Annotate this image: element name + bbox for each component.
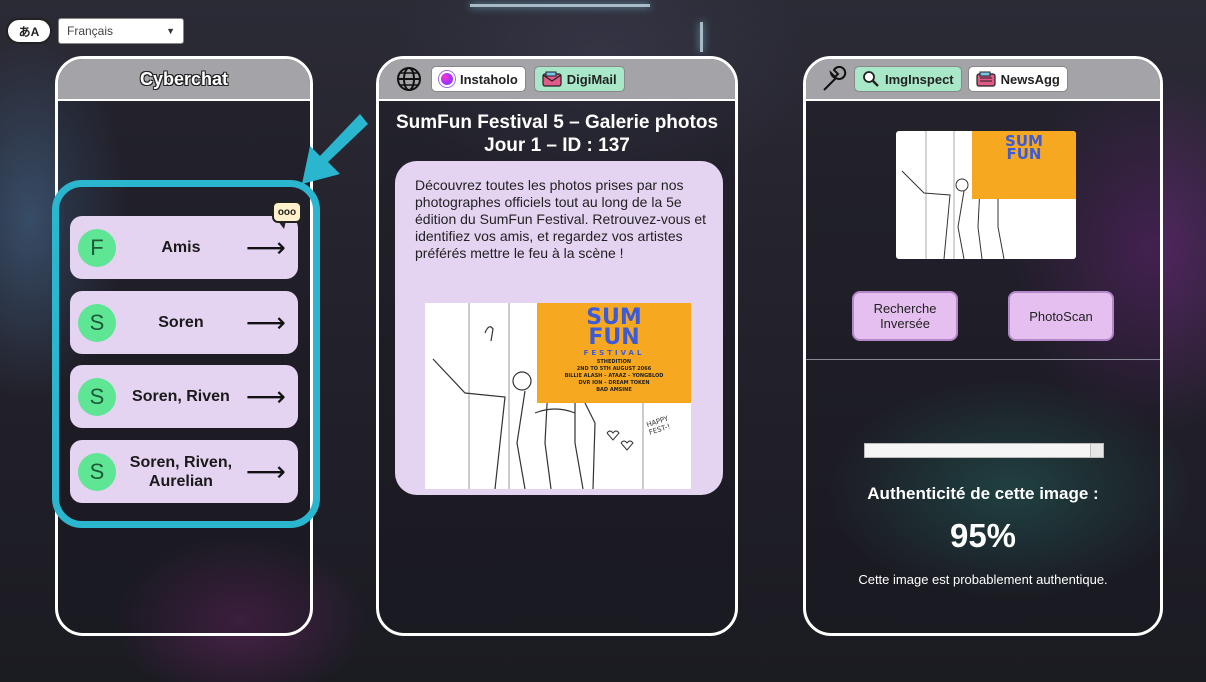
tab-instaholo[interactable]: Instaholo [431,66,526,92]
tab-newsagg[interactable]: NewsAgg [967,66,1068,92]
browser-tab-bar: Instaholo DigiMail [379,59,735,101]
language-selected-label: Français [67,24,114,38]
inspector-tab-bar: ImgInspect NewsAgg [806,59,1160,101]
tab-label: Instaholo [460,71,518,87]
tab-label: DigiMail [566,71,617,87]
avatar: S [78,377,116,416]
poster-edition: 5THEDITION [596,359,632,365]
thumbnail-orange-block: SUM FUN [972,131,1076,199]
cyberchat-header: Cyberchat [58,59,310,101]
page-title: SumFun Festival 5 – Galerie photos Jour … [395,112,719,156]
browser-panel: Instaholo DigiMail SumFun Festival 5 – G… [376,56,738,636]
panel-divider [806,359,1160,360]
conversation-item-soren[interactable]: S Soren ⟶ [70,291,298,354]
conversation-name: Soren, Riven [132,388,230,405]
arrow-right-icon: ⟶ [245,455,286,487]
poster-lineup2: DVR ION – DREAM TOKEN [578,380,650,386]
poster-lineup1: BILLIE ALASH – ATAAZ – YONGBLOD [564,373,664,379]
festival-poster-image[interactable]: SUM FUN FESTIVAL 5THEDITION 2ND TO 5TH A… [425,303,691,489]
authenticity-label: Authenticité de cette image : [867,484,1099,503]
conversation-name: Soren [158,314,204,331]
poster-lineup3: BAD AMSINE [596,387,632,393]
analysis-progress-bar [864,443,1104,458]
tab-label: ImgInspect [885,71,954,87]
newsagg-icon [976,71,996,87]
post-card: Découvrez toutes les photos prises par n… [395,161,723,495]
language-select[interactable]: Français ▼ [58,18,184,44]
conversation-name: Amis [161,239,201,256]
inspected-image-thumbnail: SUM FUN [896,131,1076,259]
poster-subtitle: FESTIVAL [583,349,645,357]
authenticity-score: 95% [949,517,1017,554]
new-message-bubble-icon: ooo [272,201,302,229]
arrow-right-icon: ⟶ [245,306,286,338]
authenticity-description: Cette image est probablement authentique… [858,572,1108,587]
magnifier-icon [863,71,879,87]
tab-imginspect[interactable]: ImgInspect [854,66,962,92]
poster-dates: 2ND TO 5TH AUGUST 2066 [576,366,652,372]
conversation-item-soren-riven-aurelian[interactable]: S Soren, Riven, Aurelian ⟶ [70,440,298,503]
digimail-icon [542,71,562,87]
translate-icon[interactable]: あA [6,18,52,44]
avatar: F [78,228,116,267]
ceiling-light [470,4,650,7]
wrench-icon[interactable] [818,64,848,94]
poster-orange-block: SUM FUN FESTIVAL 5THEDITION 2ND TO 5TH A… [537,303,691,403]
thumbnail-title-line2: FUN [1006,145,1042,163]
photoscan-button[interactable]: PhotoScan [1008,291,1114,341]
tab-digimail[interactable]: DigiMail [533,66,625,92]
cyberchat-title: Cyberchat [139,68,229,89]
avatar: S [78,452,116,491]
globe-icon[interactable] [395,65,423,93]
instaholo-icon [439,71,455,87]
ceiling-light [700,22,703,52]
conversation-item-amis[interactable]: F Amis ⟶ [70,216,298,279]
avatar: S [78,303,116,342]
arrow-right-icon: ⟶ [245,380,286,412]
poster-title-line2: FUN [588,325,640,350]
analysis-progress-fill [865,444,1092,457]
conversation-name: Soren, Riven, Aurelian [129,453,233,490]
arrow-right-icon: ⟶ [245,231,286,263]
inspector-panel: ImgInspect NewsAgg SUM FUN Recherche Inv… [803,56,1163,636]
conversation-item-soren-riven[interactable]: S Soren, Riven ⟶ [70,365,298,428]
chevron-down-icon: ▼ [166,26,175,36]
language-bar: あA Français ▼ [6,18,184,44]
tutorial-pointer-arrow-icon [302,114,368,184]
tab-label: NewsAgg [1000,71,1060,87]
reverse-search-button[interactable]: Recherche Inversée [852,291,958,341]
post-description: Découvrez toutes les photos prises par n… [415,177,707,261]
